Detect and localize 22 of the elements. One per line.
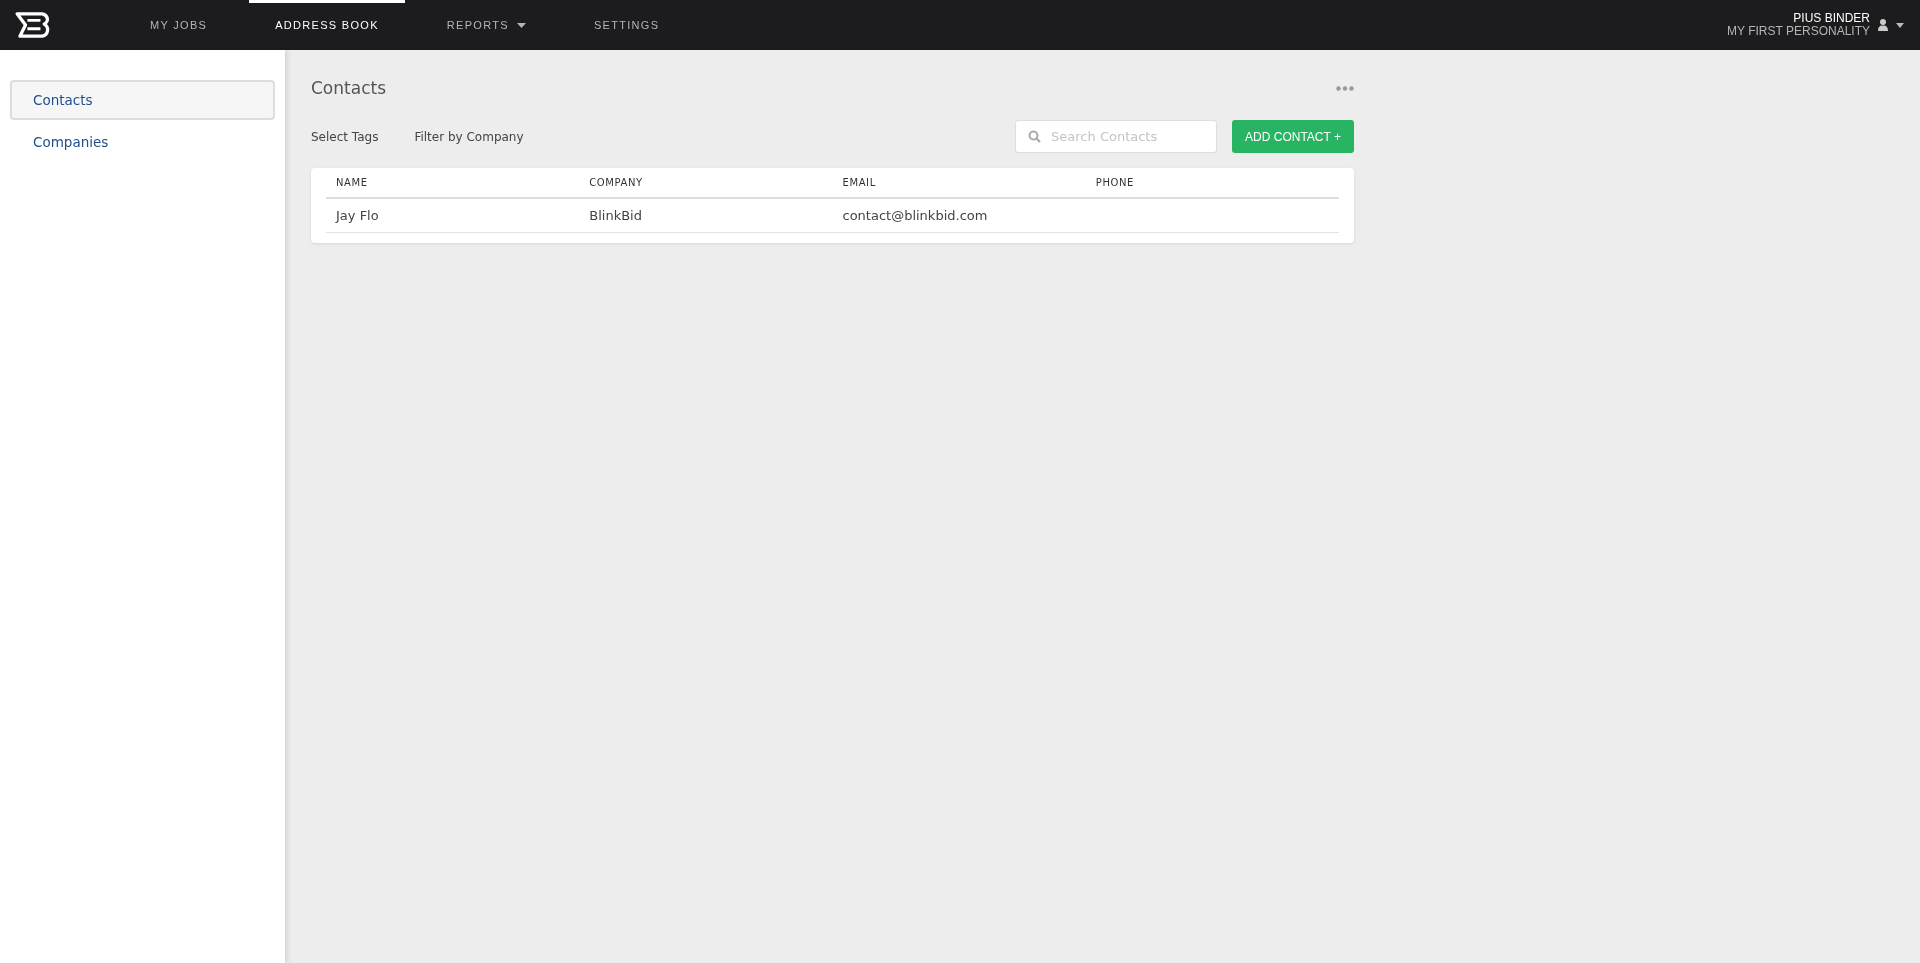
search-field[interactable]: Search Contacts	[1015, 120, 1218, 153]
column-header[interactable]: NAME	[326, 168, 580, 198]
logo-icon[interactable]	[14, 11, 52, 39]
table-cell: contact@blinkbid.com	[842, 208, 988, 223]
page-title: Contacts	[311, 78, 386, 98]
nav-tab[interactable]: REPORTS	[420, 0, 552, 50]
table-cell: Jay Flo	[336, 208, 379, 223]
column-header[interactable]: COMPANY	[579, 168, 833, 198]
search-icon	[1028, 130, 1042, 143]
sidebar-item[interactable]: Companies	[10, 122, 275, 162]
nav-tab[interactable]: MY JOBS	[124, 0, 234, 50]
caret-icon[interactable]	[1896, 22, 1904, 28]
user-icon[interactable]	[1878, 19, 1888, 31]
table-cell: BlinkBid	[589, 208, 642, 223]
filter-dropdown[interactable]: Select Tags	[311, 129, 379, 144]
column-header[interactable]: PHONE	[1085, 168, 1339, 198]
filter-dropdown[interactable]: Filter by Company	[414, 129, 524, 144]
user-name: PIUS BINDER	[1793, 12, 1870, 25]
personality-name: MY FIRST PERSONALITY	[1727, 25, 1870, 38]
nav-tab[interactable]: SETTINGS	[567, 0, 686, 50]
column-header[interactable]: EMAIL	[832, 168, 1086, 198]
sidebar-item[interactable]: Contacts	[10, 80, 275, 120]
